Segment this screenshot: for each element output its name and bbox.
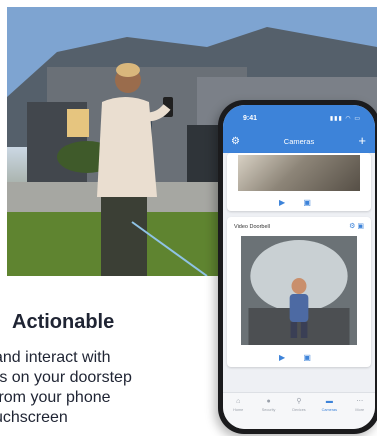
home-icon: ⌂: [236, 398, 241, 405]
camera-card-video-doorbell[interactable]: Video Doorbell ⚙ ▣ ▶ ▣: [227, 217, 371, 367]
camera-card-label: Video Doorbell: [234, 224, 270, 230]
app-header: ⚙ Cameras +: [223, 133, 375, 153]
phone-mockup: 9:41 ▮▮▮ ◠ ▭ ⚙ Cameras + ▶ ▣ Video Doorb…: [218, 100, 377, 434]
tab-label: More: [355, 408, 365, 412]
tab-more[interactable]: ⋯ More: [348, 397, 372, 412]
bottom-tab-bar: ⌂ Home ● Security ⚲ Devices ▬ Cameras ⋯ …: [223, 392, 375, 429]
feature-body-line-3: from your phone: [0, 389, 111, 406]
shield-icon: ●: [266, 398, 271, 405]
camera-actions-top[interactable]: ▶ ▣: [227, 198, 371, 207]
tab-security[interactable]: ● Security: [257, 397, 281, 412]
feature-heading: Actionable: [12, 311, 115, 333]
add-camera-icon[interactable]: +: [358, 134, 366, 147]
tab-devices[interactable]: ⚲ Devices: [287, 397, 311, 412]
feature-body-line-1: and interact with: [0, 349, 111, 366]
tab-label: Security: [261, 408, 276, 412]
feature-body: and interact with rs on your doorstep fr…: [0, 348, 222, 436]
doorbell-view-illustration: [241, 236, 357, 345]
camera-thumbnail-living-room[interactable]: [238, 155, 360, 191]
devices-icon: ⚲: [296, 398, 302, 405]
tab-home[interactable]: ⌂ Home: [226, 397, 250, 412]
status-time: 9:41: [243, 115, 258, 122]
camera-settings-icons[interactable]: ⚙ ▣: [349, 222, 364, 230]
signal-wifi-battery-icon: ▮▮▮ ◠ ▭: [329, 116, 361, 122]
feature-body-line-2: rs on your doorstep: [0, 369, 132, 386]
phone-screen: 9:41 ▮▮▮ ◠ ▭ ⚙ Cameras + ▶ ▣ Video Doorb…: [223, 105, 375, 429]
tab-label: Home: [233, 408, 244, 412]
tab-label: Devices: [292, 408, 306, 412]
camera-actions-doorbell[interactable]: ▶ ▣: [227, 353, 371, 362]
camera-icon: ▬: [325, 398, 333, 405]
tab-cameras[interactable]: ▬ Cameras: [317, 397, 341, 412]
status-bar: 9:41 ▮▮▮ ◠ ▭: [223, 105, 375, 133]
camera-thumbnail-doorbell[interactable]: [241, 236, 357, 345]
tab-label: Cameras: [321, 408, 338, 412]
screen-title: Cameras: [283, 137, 315, 146]
camera-card-living-room[interactable]: ▶ ▣: [227, 153, 371, 211]
more-icon: ⋯: [356, 398, 364, 405]
feature-body-line-4: uchscreen: [0, 409, 68, 426]
